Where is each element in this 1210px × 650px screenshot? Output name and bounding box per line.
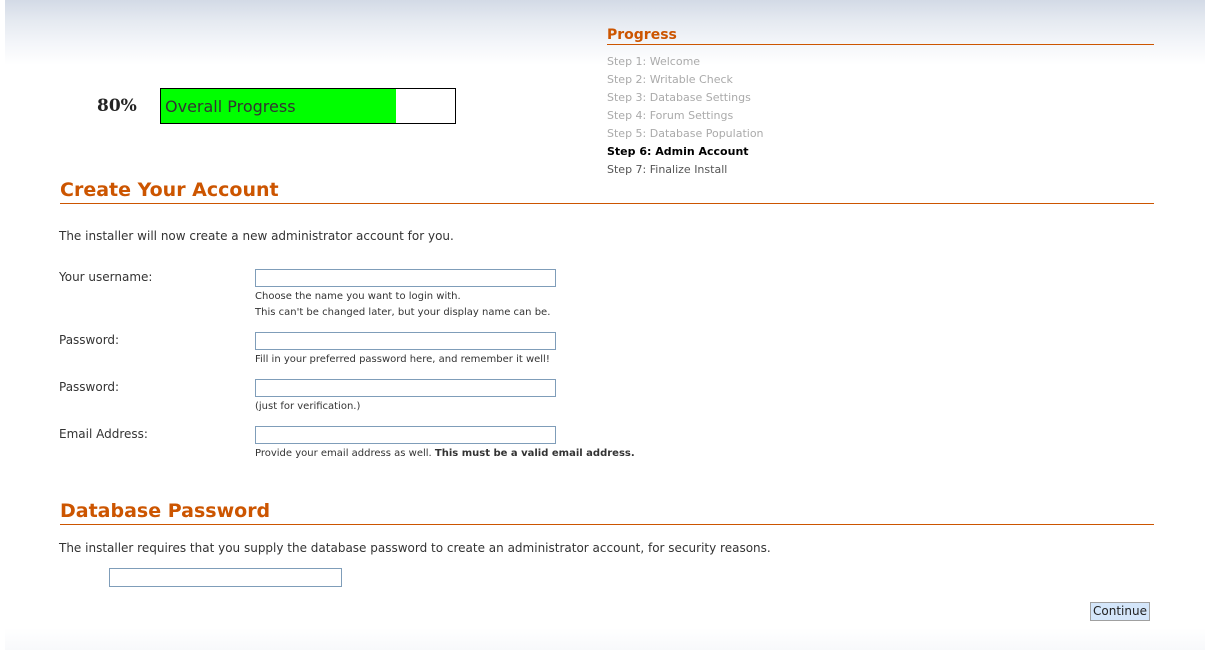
step-item: Step 2: Writable Check	[607, 73, 733, 86]
password-confirm-input[interactable]	[255, 379, 556, 397]
step-item: Step 7: Finalize Install	[607, 163, 728, 176]
password-confirm-label: Password:	[59, 380, 120, 394]
step-item: Step 1: Welcome	[607, 55, 701, 68]
continue-button[interactable]: Continue	[1090, 602, 1150, 621]
progress-bar-label: Overall Progress	[165, 97, 296, 116]
footer-gradient	[5, 628, 1205, 650]
username-label: Your username:	[59, 270, 153, 284]
email-input[interactable]	[255, 426, 556, 444]
overall-progress-bar: Overall Progress	[160, 88, 456, 124]
email-hint: Provide your email address as well. This…	[255, 446, 635, 462]
password-hint: Fill in your preferred password here, an…	[255, 354, 550, 365]
email-hint-text: Provide your email address as well.	[255, 448, 432, 459]
email-label: Email Address:	[59, 427, 148, 441]
step-item: Step 4: Forum Settings	[607, 109, 734, 122]
step-item-current: Step 6: Admin Account	[607, 145, 749, 158]
progress-percent: 80%	[97, 96, 137, 116]
password-confirm-hint: (just for verification.)	[255, 401, 361, 412]
steps-panel: Progress Step 1: Welcome Step 2: Writabl…	[607, 27, 1154, 179]
database-password-heading: Database Password	[60, 499, 1154, 525]
installer-page: 80% Overall Progress Progress Step 1: We…	[0, 0, 1210, 650]
database-password-intro: The installer requires that you supply t…	[59, 541, 771, 555]
password-input[interactable]	[255, 332, 556, 350]
step-item: Step 5: Database Population	[607, 127, 764, 140]
email-hint-emphasis: This must be a valid email address.	[434, 448, 635, 459]
steps-title: Progress	[607, 27, 1154, 45]
create-account-heading: Create Your Account	[60, 178, 1154, 204]
username-hint-secondary: This can't be changed later, but your di…	[255, 307, 551, 318]
create-account-intro: The installer will now create a new admi…	[59, 229, 454, 243]
database-password-input[interactable]	[109, 568, 342, 587]
step-item: Step 3: Database Settings	[607, 91, 751, 104]
steps-list: Step 1: Welcome Step 2: Writable Check S…	[607, 53, 1154, 179]
username-input[interactable]	[255, 269, 556, 287]
username-hint: Choose the name you want to login with.	[255, 291, 461, 302]
password-label: Password:	[59, 333, 120, 347]
